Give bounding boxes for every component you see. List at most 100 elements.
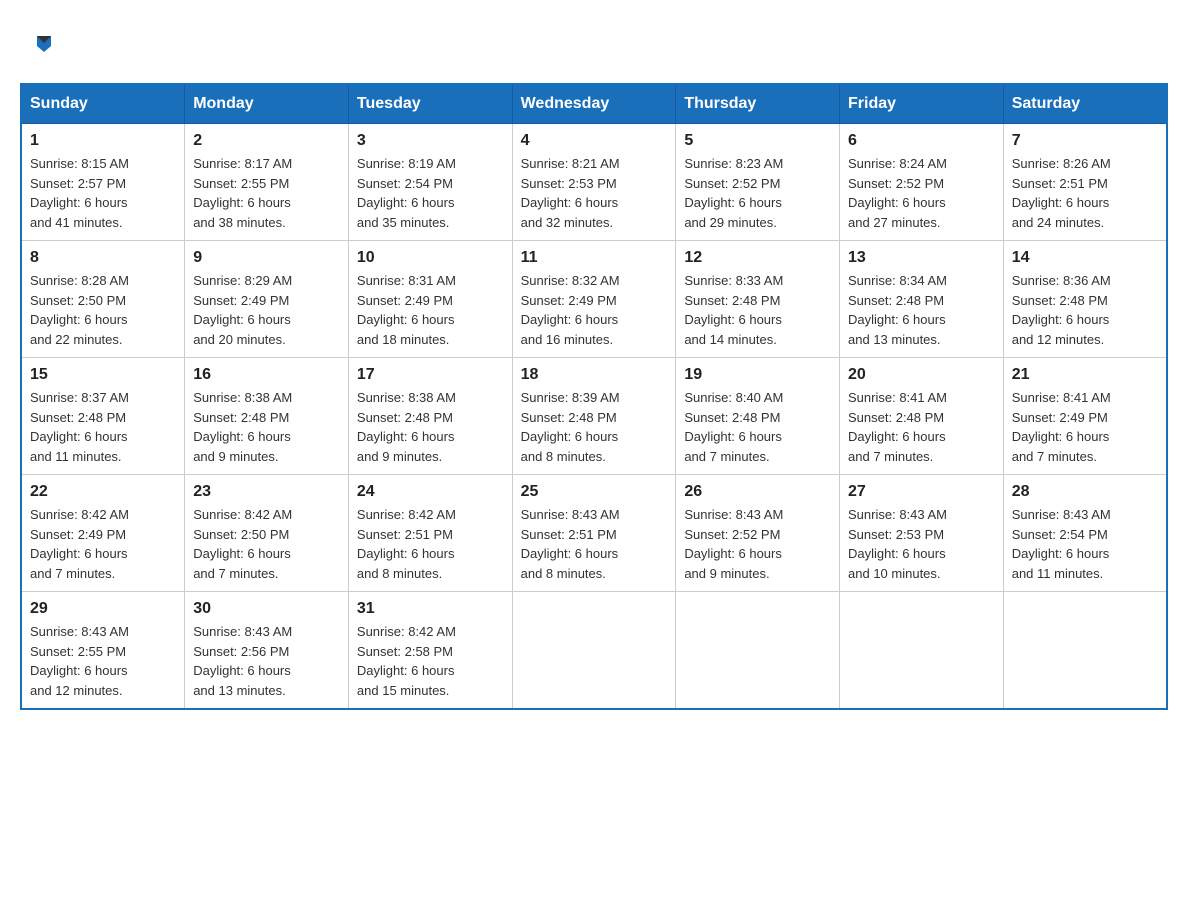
weekday-header-friday: Friday [840,84,1004,124]
calendar-cell: 19 Sunrise: 8:40 AMSunset: 2:48 PMDaylig… [676,358,840,475]
calendar-cell: 27 Sunrise: 8:43 AMSunset: 2:53 PMDaylig… [840,475,1004,592]
calendar-cell: 30 Sunrise: 8:43 AMSunset: 2:56 PMDaylig… [185,592,349,710]
day-info: Sunrise: 8:36 AMSunset: 2:48 PMDaylight:… [1012,273,1111,347]
day-number: 14 [1012,249,1158,267]
day-number: 28 [1012,483,1158,501]
day-number: 29 [30,600,176,618]
weekday-header-saturday: Saturday [1003,84,1167,124]
day-info: Sunrise: 8:43 AMSunset: 2:56 PMDaylight:… [193,624,292,698]
logo-arrow-icon [33,32,55,59]
calendar-cell: 6 Sunrise: 8:24 AMSunset: 2:52 PMDayligh… [840,124,1004,241]
calendar-cell: 31 Sunrise: 8:42 AMSunset: 2:58 PMDaylig… [348,592,512,710]
calendar-table: SundayMondayTuesdayWednesdayThursdayFrid… [20,83,1168,710]
day-number: 27 [848,483,995,501]
day-info: Sunrise: 8:33 AMSunset: 2:48 PMDaylight:… [684,273,783,347]
day-number: 10 [357,249,504,267]
calendar-cell: 11 Sunrise: 8:32 AMSunset: 2:49 PMDaylig… [512,241,676,358]
calendar-week-4: 22 Sunrise: 8:42 AMSunset: 2:49 PMDaylig… [21,475,1167,592]
day-info: Sunrise: 8:28 AMSunset: 2:50 PMDaylight:… [30,273,129,347]
calendar-week-1: 1 Sunrise: 8:15 AMSunset: 2:57 PMDayligh… [21,124,1167,241]
day-info: Sunrise: 8:32 AMSunset: 2:49 PMDaylight:… [521,273,620,347]
weekday-header-monday: Monday [185,84,349,124]
day-number: 2 [193,132,340,150]
calendar-cell [512,592,676,710]
calendar-cell: 23 Sunrise: 8:42 AMSunset: 2:50 PMDaylig… [185,475,349,592]
day-number: 11 [521,249,668,267]
calendar-cell: 24 Sunrise: 8:42 AMSunset: 2:51 PMDaylig… [348,475,512,592]
day-number: 23 [193,483,340,501]
day-number: 9 [193,249,340,267]
calendar-cell: 22 Sunrise: 8:42 AMSunset: 2:49 PMDaylig… [21,475,185,592]
day-info: Sunrise: 8:43 AMSunset: 2:55 PMDaylight:… [30,624,129,698]
day-number: 15 [30,366,176,384]
calendar-cell: 5 Sunrise: 8:23 AMSunset: 2:52 PMDayligh… [676,124,840,241]
calendar-cell: 26 Sunrise: 8:43 AMSunset: 2:52 PMDaylig… [676,475,840,592]
logo-line1 [30,30,55,57]
day-number: 26 [684,483,831,501]
day-info: Sunrise: 8:15 AMSunset: 2:57 PMDaylight:… [30,156,129,230]
calendar-cell: 3 Sunrise: 8:19 AMSunset: 2:54 PMDayligh… [348,124,512,241]
calendar-cell: 25 Sunrise: 8:43 AMSunset: 2:51 PMDaylig… [512,475,676,592]
calendar-cell: 13 Sunrise: 8:34 AMSunset: 2:48 PMDaylig… [840,241,1004,358]
day-info: Sunrise: 8:38 AMSunset: 2:48 PMDaylight:… [357,390,456,464]
day-number: 18 [521,366,668,384]
day-number: 30 [193,600,340,618]
day-info: Sunrise: 8:43 AMSunset: 2:53 PMDaylight:… [848,507,947,581]
day-info: Sunrise: 8:42 AMSunset: 2:51 PMDaylight:… [357,507,456,581]
page-header [20,20,1168,63]
weekday-header-wednesday: Wednesday [512,84,676,124]
day-info: Sunrise: 8:23 AMSunset: 2:52 PMDaylight:… [684,156,783,230]
day-number: 13 [848,249,995,267]
calendar-cell: 18 Sunrise: 8:39 AMSunset: 2:48 PMDaylig… [512,358,676,475]
calendar-cell: 9 Sunrise: 8:29 AMSunset: 2:49 PMDayligh… [185,241,349,358]
day-info: Sunrise: 8:29 AMSunset: 2:49 PMDaylight:… [193,273,292,347]
day-number: 1 [30,132,176,150]
day-number: 8 [30,249,176,267]
calendar-cell: 2 Sunrise: 8:17 AMSunset: 2:55 PMDayligh… [185,124,349,241]
day-info: Sunrise: 8:19 AMSunset: 2:54 PMDaylight:… [357,156,456,230]
calendar-week-2: 8 Sunrise: 8:28 AMSunset: 2:50 PMDayligh… [21,241,1167,358]
calendar-week-5: 29 Sunrise: 8:43 AMSunset: 2:55 PMDaylig… [21,592,1167,710]
calendar-cell: 20 Sunrise: 8:41 AMSunset: 2:48 PMDaylig… [840,358,1004,475]
day-info: Sunrise: 8:37 AMSunset: 2:48 PMDaylight:… [30,390,129,464]
calendar-cell: 10 Sunrise: 8:31 AMSunset: 2:49 PMDaylig… [348,241,512,358]
day-number: 20 [848,366,995,384]
day-info: Sunrise: 8:43 AMSunset: 2:51 PMDaylight:… [521,507,620,581]
calendar-cell: 14 Sunrise: 8:36 AMSunset: 2:48 PMDaylig… [1003,241,1167,358]
day-info: Sunrise: 8:24 AMSunset: 2:52 PMDaylight:… [848,156,947,230]
calendar-cell: 1 Sunrise: 8:15 AMSunset: 2:57 PMDayligh… [21,124,185,241]
day-number: 4 [521,132,668,150]
calendar-cell: 17 Sunrise: 8:38 AMSunset: 2:48 PMDaylig… [348,358,512,475]
calendar-cell: 8 Sunrise: 8:28 AMSunset: 2:50 PMDayligh… [21,241,185,358]
logo [30,30,55,53]
calendar-cell [1003,592,1167,710]
day-info: Sunrise: 8:42 AMSunset: 2:50 PMDaylight:… [193,507,292,581]
calendar-cell [840,592,1004,710]
day-number: 6 [848,132,995,150]
day-number: 17 [357,366,504,384]
calendar-cell [676,592,840,710]
day-number: 16 [193,366,340,384]
weekday-header-row: SundayMondayTuesdayWednesdayThursdayFrid… [21,84,1167,124]
day-number: 19 [684,366,831,384]
day-info: Sunrise: 8:26 AMSunset: 2:51 PMDaylight:… [1012,156,1111,230]
day-info: Sunrise: 8:43 AMSunset: 2:52 PMDaylight:… [684,507,783,581]
day-number: 7 [1012,132,1158,150]
calendar-cell: 29 Sunrise: 8:43 AMSunset: 2:55 PMDaylig… [21,592,185,710]
day-number: 12 [684,249,831,267]
day-number: 22 [30,483,176,501]
day-info: Sunrise: 8:42 AMSunset: 2:49 PMDaylight:… [30,507,129,581]
day-number: 21 [1012,366,1158,384]
weekday-header-thursday: Thursday [676,84,840,124]
calendar-cell: 4 Sunrise: 8:21 AMSunset: 2:53 PMDayligh… [512,124,676,241]
weekday-header-tuesday: Tuesday [348,84,512,124]
day-info: Sunrise: 8:17 AMSunset: 2:55 PMDaylight:… [193,156,292,230]
day-number: 24 [357,483,504,501]
day-info: Sunrise: 8:40 AMSunset: 2:48 PMDaylight:… [684,390,783,464]
day-info: Sunrise: 8:39 AMSunset: 2:48 PMDaylight:… [521,390,620,464]
calendar-cell: 12 Sunrise: 8:33 AMSunset: 2:48 PMDaylig… [676,241,840,358]
day-number: 25 [521,483,668,501]
day-info: Sunrise: 8:43 AMSunset: 2:54 PMDaylight:… [1012,507,1111,581]
day-info: Sunrise: 8:42 AMSunset: 2:58 PMDaylight:… [357,624,456,698]
weekday-header-sunday: Sunday [21,84,185,124]
